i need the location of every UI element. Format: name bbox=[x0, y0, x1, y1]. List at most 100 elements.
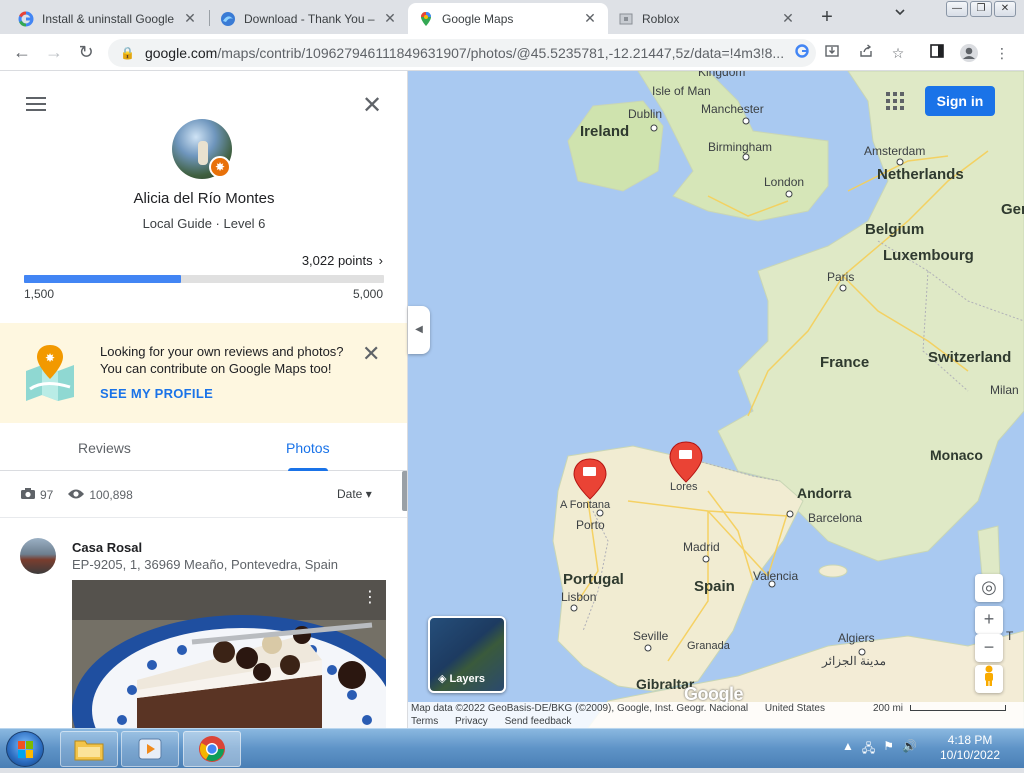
forward-arrow-icon[interactable]: → bbox=[42, 41, 66, 65]
media-player-icon[interactable] bbox=[121, 731, 179, 767]
collapse-panel-button[interactable]: ◀ bbox=[408, 306, 430, 354]
zoom-in-button[interactable]: + bbox=[975, 606, 1003, 634]
file-explorer-folder-icon[interactable] bbox=[60, 731, 118, 767]
scale-label: 200 mi bbox=[873, 703, 904, 714]
url-host: google.com bbox=[144, 45, 218, 61]
sign-in-button[interactable]: Sign in bbox=[925, 86, 995, 116]
layers-button[interactable]: ◈ Layers bbox=[428, 616, 506, 693]
close-icon[interactable]: ✕ bbox=[382, 10, 398, 27]
map-pin-illustration-icon: ✸ bbox=[24, 343, 76, 401]
place-address: EP-9205, 1, 36969 Meaño, Pontevedra, Spa… bbox=[72, 557, 338, 572]
place-thumbnail[interactable] bbox=[20, 538, 56, 574]
map-label: Belgium bbox=[865, 221, 924, 238]
reload-icon[interactable]: ↻ bbox=[74, 41, 98, 65]
close-icon[interactable]: ✕ bbox=[182, 10, 198, 27]
see-my-profile-link[interactable]: SEE MY PROFILE bbox=[100, 386, 213, 401]
install-app-icon[interactable] bbox=[822, 43, 842, 63]
scale-bar[interactable]: 200 mi bbox=[873, 703, 1006, 714]
map-data-attribution: Map data ©2022 GeoBasis-DE/BKG (©2009), … bbox=[411, 703, 749, 714]
my-location-icon[interactable]: ◎ bbox=[975, 574, 1003, 602]
layers-text: Layers bbox=[449, 673, 486, 685]
tab-title: Download - Thank You – bbox=[244, 11, 375, 26]
content-tabs: Reviews Photos bbox=[0, 423, 407, 471]
layers-label: ◈ Layers bbox=[438, 672, 485, 685]
browser-tab-google-maps[interactable]: Google Maps ✕ bbox=[408, 3, 608, 34]
google-apps-grid-icon[interactable] bbox=[886, 92, 904, 110]
map-label: Porto bbox=[576, 518, 605, 532]
url-text[interactable]: google.com/maps/contrib/1096279461118496… bbox=[145, 45, 816, 61]
chrome-icon[interactable] bbox=[183, 731, 241, 767]
tab-reviews[interactable]: Reviews bbox=[78, 440, 131, 456]
system-tray: ▲ 🖧 ⚑ 🔊 bbox=[842, 739, 917, 760]
map-label: Valencia bbox=[753, 569, 798, 583]
tab-title: Google Maps bbox=[442, 11, 514, 26]
google-g-icon bbox=[18, 10, 34, 27]
edge-swirl-icon bbox=[220, 11, 236, 27]
points-link[interactable]: 3,022 points › bbox=[302, 253, 383, 268]
windows-start-button[interactable] bbox=[6, 731, 44, 767]
close-window-button[interactable]: ✕ bbox=[994, 1, 1016, 17]
show-hidden-icons-chevron-icon[interactable]: ▲ bbox=[842, 739, 854, 760]
map-label: Dublin bbox=[628, 107, 662, 121]
terms-link[interactable]: Terms bbox=[411, 716, 438, 727]
progress-max-label: 5,000 bbox=[352, 287, 383, 301]
progress-fill bbox=[24, 275, 181, 283]
lock-icon[interactable]: 🔒 bbox=[120, 46, 135, 60]
tab-photos[interactable]: Photos bbox=[286, 440, 330, 456]
privacy-link[interactable]: Privacy bbox=[455, 716, 488, 727]
promo-message: Looking for your own reviews and photos?… bbox=[100, 343, 360, 377]
zoom-out-button[interactable]: − bbox=[975, 634, 1003, 662]
address-bar[interactable]: 🔒 google.com/maps/contrib/10962794611184… bbox=[108, 39, 816, 67]
map-label: Milan bbox=[990, 383, 1019, 397]
region-link[interactable]: United States bbox=[765, 703, 825, 714]
map-label: Germ bbox=[1001, 201, 1024, 218]
map-label: Monaco bbox=[930, 447, 983, 463]
side-panel-icon[interactable] bbox=[927, 43, 947, 63]
map-label: Algiers bbox=[838, 631, 875, 645]
send-feedback-link[interactable]: Send feedback bbox=[505, 716, 572, 727]
windows-taskbar: ▲ 🖧 ⚑ 🔊 4:18 PM 10/10/2022 bbox=[0, 728, 1024, 768]
profile-avatar-icon[interactable] bbox=[959, 43, 979, 63]
map-label: France bbox=[820, 354, 869, 371]
map-label: Switzerland bbox=[928, 349, 1011, 366]
google-maps-pin-icon bbox=[418, 11, 434, 27]
action-center-flag-icon[interactable]: ⚑ bbox=[883, 739, 894, 760]
minimize-button[interactable]: — bbox=[946, 1, 968, 17]
map-label: Kingdom bbox=[698, 71, 745, 79]
share-icon[interactable] bbox=[856, 43, 876, 63]
network-icon[interactable]: 🖧 bbox=[862, 739, 875, 760]
browser-tab-roblox[interactable]: Roblox ✕ bbox=[608, 3, 806, 34]
profile-level: Local Guide · Level 6 bbox=[142, 216, 266, 231]
dismiss-promo-button[interactable]: ✕ bbox=[362, 341, 380, 367]
new-tab-button[interactable]: + bbox=[814, 5, 840, 31]
place-name[interactable]: Casa Rosal bbox=[72, 540, 142, 555]
chevron-right-icon: › bbox=[378, 253, 383, 268]
close-panel-button[interactable]: ✕ bbox=[362, 91, 382, 120]
map-label: Madrid bbox=[683, 540, 720, 554]
tab-search-chevron-icon[interactable] bbox=[894, 6, 906, 21]
google-lens-g-icon[interactable] bbox=[792, 43, 812, 63]
photo-options-kebab-icon[interactable]: ⋮ bbox=[362, 587, 378, 607]
browser-tab-download[interactable]: Download - Thank You – ✕ bbox=[210, 3, 408, 34]
layers-stack-icon: ◈ bbox=[438, 673, 447, 685]
volume-icon[interactable]: 🔊 bbox=[902, 739, 917, 760]
map-label: Spain bbox=[694, 578, 735, 595]
taskbar-clock[interactable]: 4:18 PM 10/10/2022 bbox=[930, 733, 1010, 763]
sort-dropdown[interactable]: Date ▾ bbox=[337, 487, 372, 501]
street-view-pegman-icon[interactable] bbox=[975, 665, 1003, 693]
back-arrow-icon[interactable]: ← bbox=[10, 41, 34, 65]
close-icon[interactable]: ✕ bbox=[780, 10, 796, 27]
maximize-button[interactable]: ❐ bbox=[970, 1, 992, 17]
close-icon[interactable]: ✕ bbox=[582, 10, 598, 27]
sort-label: Date bbox=[337, 487, 363, 501]
url-path: /maps/contrib/109627946111849631907/phot… bbox=[217, 45, 785, 61]
place-photo[interactable] bbox=[72, 580, 386, 728]
kebab-menu-icon[interactable]: ⋮ bbox=[992, 43, 1012, 63]
local-guide-star-icon: ✸ bbox=[209, 156, 231, 178]
bookmark-star-icon[interactable]: ☆ bbox=[888, 43, 908, 63]
tab-title: Roblox bbox=[642, 11, 680, 26]
browser-tab-install-google[interactable]: Install & uninstall Google ✕ bbox=[8, 3, 208, 34]
hamburger-menu-icon[interactable] bbox=[26, 97, 46, 115]
map-label: Luxembourg bbox=[883, 247, 974, 264]
map-label: A Fontana bbox=[560, 499, 611, 511]
